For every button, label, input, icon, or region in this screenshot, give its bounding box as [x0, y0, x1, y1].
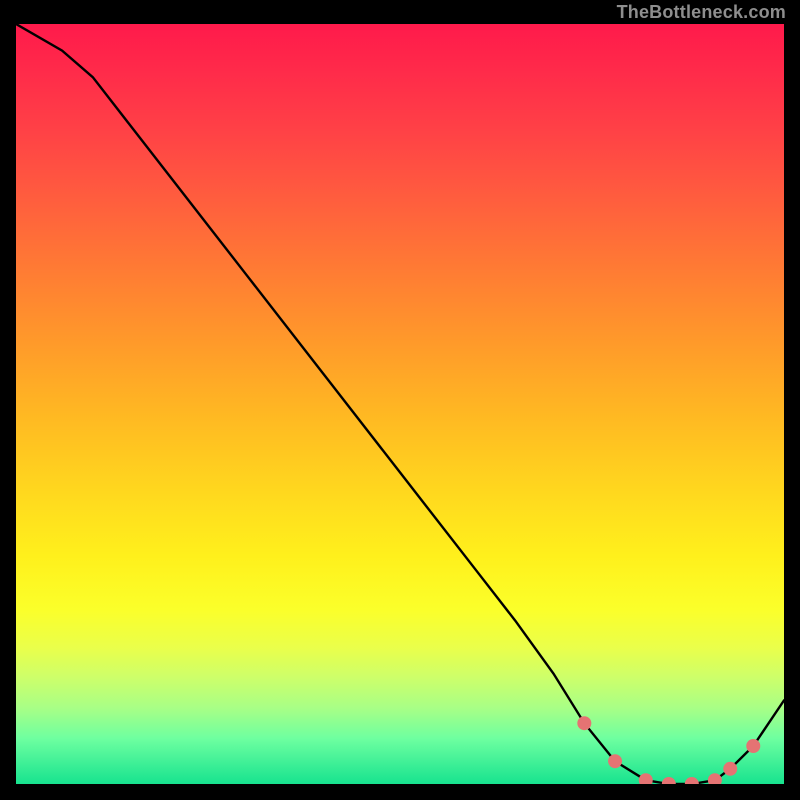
chart-stage: TheBottleneck.com — [0, 0, 800, 800]
curve-marker — [639, 773, 653, 784]
plot-area — [16, 24, 784, 784]
curve-marker — [608, 754, 622, 768]
curve-marker — [662, 777, 676, 784]
curve-marker — [708, 773, 722, 784]
curve-layer — [16, 24, 784, 784]
curve-marker — [723, 762, 737, 776]
curve-marker — [746, 739, 760, 753]
watermark-text: TheBottleneck.com — [617, 2, 786, 23]
curve-marker — [685, 777, 699, 784]
bottleneck-curve-path — [16, 24, 784, 784]
curve-marker — [577, 716, 591, 730]
